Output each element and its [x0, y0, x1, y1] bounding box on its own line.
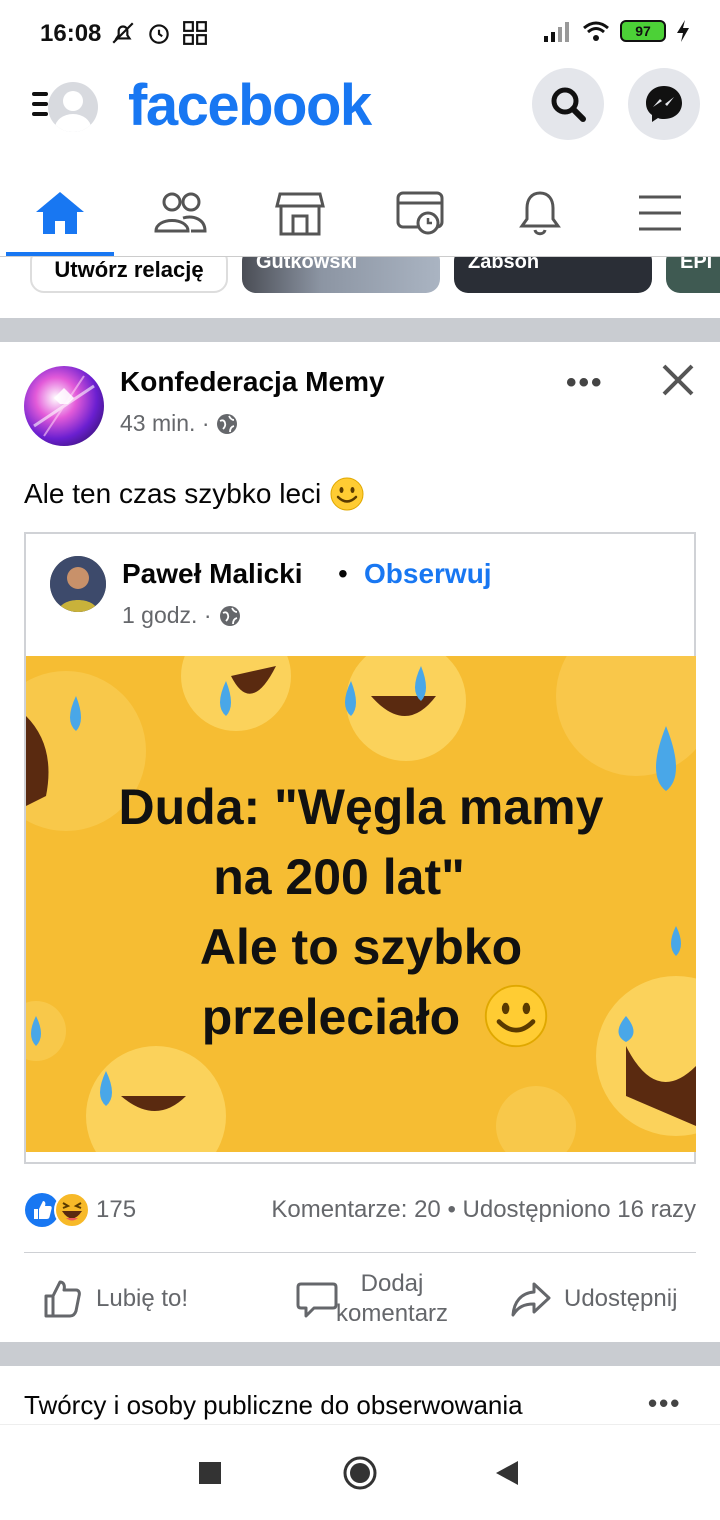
separator-dot: • [338, 558, 348, 589]
post-page-avatar[interactable] [24, 366, 104, 446]
reactions-summary[interactable] [24, 1192, 90, 1228]
android-nav-bar [0, 1424, 720, 1520]
post-text: Ale ten czas szybko leci [24, 476, 365, 512]
status-time: 16:08 [40, 20, 102, 47]
tab-marketplace[interactable] [240, 170, 360, 256]
story-card[interactable]: EPI [666, 256, 720, 293]
shared-author-avatar[interactable] [50, 556, 106, 612]
story-card[interactable]: Zabson [454, 256, 652, 293]
tab-home[interactable] [0, 170, 120, 256]
create-story-button[interactable]: Utwórz relację [30, 257, 228, 293]
shared-author-name[interactable]: Paweł Malicki [122, 558, 303, 590]
shared-post-time: 1 godz. · [122, 602, 242, 629]
nav-tabs [0, 170, 720, 256]
back-icon[interactable] [494, 1459, 520, 1487]
follow-button[interactable]: Obserwuj [364, 558, 492, 590]
menu-icon [639, 195, 681, 231]
post-author[interactable]: Konfederacja Memy [120, 366, 385, 398]
smile-emoji-icon [484, 984, 548, 1048]
comment-label-line1: Dodaj [360, 1270, 424, 1297]
profile-avatar[interactable] [48, 82, 98, 132]
share-icon [511, 1282, 551, 1317]
like-label: Lubię to! [96, 1285, 189, 1312]
meme-image[interactable]: Duda: "Węgla mamy na 200 lat" Ale to szy… [26, 656, 696, 1152]
meme-text-line: Ale to szybko [199, 919, 523, 975]
globe-icon [217, 413, 238, 434]
meme-text-line: na 200 lat" [213, 849, 465, 905]
close-icon [662, 364, 694, 396]
reaction-count[interactable]: 175 [96, 1196, 136, 1224]
smile-emoji-icon [330, 477, 364, 511]
signal-icon [544, 22, 569, 42]
tab-notifications[interactable] [480, 170, 600, 256]
story-name: Gutkowski [256, 256, 358, 273]
share-label: Udostępnij [564, 1285, 678, 1312]
tab-friends[interactable] [120, 170, 240, 256]
feed-divider [0, 318, 720, 342]
comment-button[interactable]: Dodaj komentarz [296, 1268, 448, 1330]
apps-grid-icon [183, 21, 207, 45]
muted-bell-icon [112, 22, 134, 44]
status-icons-left [110, 20, 208, 46]
person-photo [50, 556, 106, 612]
status-icons-right: 97 [542, 20, 690, 42]
story-name: EPI [680, 256, 713, 273]
post-more-button[interactable]: ••• [566, 366, 604, 400]
meme-text-last: przeleciało [201, 989, 461, 1045]
shared-time-text: 1 godz. · [122, 602, 212, 628]
default-profile-icon [55, 91, 91, 132]
actions-divider [24, 1252, 696, 1253]
facebook-logo[interactable]: facebook [128, 72, 372, 139]
tab-watch[interactable] [360, 170, 480, 256]
suggestions-more-button[interactable]: ••• [648, 1388, 681, 1419]
meme-text-line: przeleciało [26, 988, 666, 1046]
comment-label-line2: komentarz [336, 1300, 449, 1327]
globe-icon [219, 605, 240, 626]
haha-reaction-icon [54, 1192, 90, 1228]
marketplace-icon [275, 192, 325, 236]
story-card[interactable]: Gutkowski [242, 256, 440, 293]
messenger-button[interactable] [628, 68, 700, 140]
story-name: Zabson [468, 256, 540, 273]
friends-icon [154, 192, 207, 233]
thumbs-up-icon [44, 1280, 81, 1318]
wifi-icon [583, 21, 609, 41]
share-button[interactable]: Udostępnij [510, 1268, 677, 1330]
post-time-text: 43 min. · [120, 410, 210, 436]
shared-post[interactable]: Paweł Malicki • Obserwuj 1 godz. · Duda:… [24, 532, 696, 1164]
charging-icon [677, 20, 689, 42]
meme-text-line: Duda: "Węgla mamy [118, 779, 604, 835]
app-header: facebook [0, 66, 720, 156]
feed-divider [0, 1342, 720, 1366]
comment-label: Dodaj komentarz [336, 1269, 448, 1329]
post-text-content: Ale ten czas szybko leci [24, 478, 322, 509]
battery-indicator: 97 [620, 20, 666, 42]
search-button[interactable] [532, 68, 604, 140]
suggestions-title: Twórcy i osoby publiczne do obserwowania [24, 1390, 523, 1420]
notifications-icon [519, 191, 561, 236]
search-icon [551, 87, 586, 122]
post-close-button[interactable] [660, 362, 696, 408]
drawer-lines-icon[interactable] [32, 92, 48, 122]
recent-apps-icon[interactable] [198, 1461, 222, 1485]
watch-icon [396, 191, 444, 235]
tab-menu[interactable] [600, 170, 720, 256]
post-time: 43 min. · [120, 410, 239, 437]
comment-icon [296, 1282, 338, 1318]
page-logo-image [33, 375, 95, 437]
stories-strip: Utwórz relację Gutkowski Zabson EPI [0, 256, 720, 318]
status-bar: 16:08 97 [0, 0, 720, 66]
home-icon [36, 192, 84, 234]
messenger-icon [646, 86, 682, 122]
like-button[interactable]: Lubię to! [42, 1268, 188, 1330]
home-button-icon[interactable] [342, 1455, 378, 1491]
alarm-icon [149, 24, 169, 44]
comments-shares-stats[interactable]: Komentarze: 20 • Udostępniono 16 razy [271, 1196, 696, 1224]
